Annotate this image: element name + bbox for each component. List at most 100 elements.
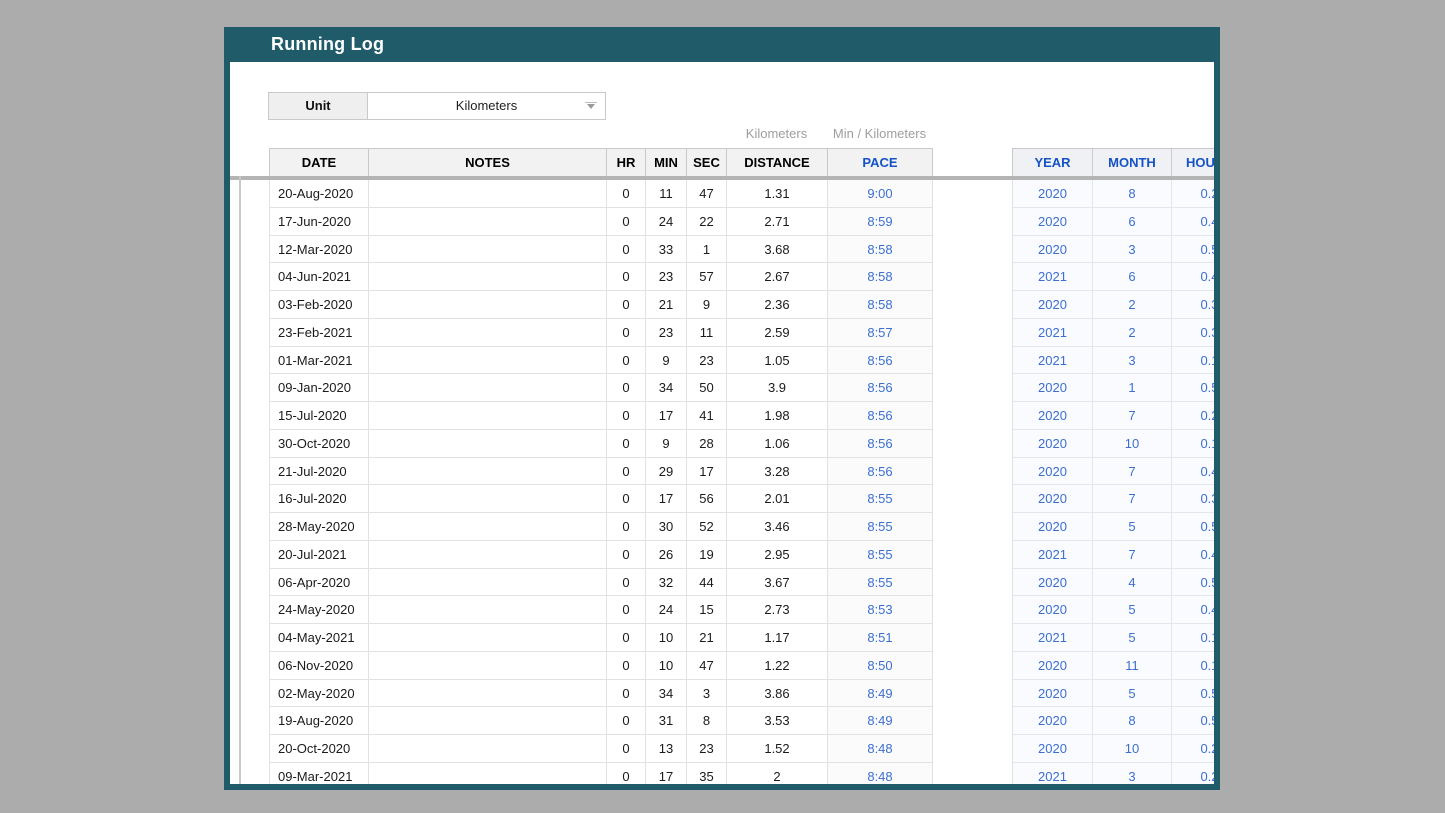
cell-hours[interactable]: 0.5	[1172, 374, 1214, 402]
cell-notes[interactable]	[369, 402, 607, 430]
cell-sec[interactable]: 23	[687, 735, 727, 763]
cell-sec[interactable]: 47	[687, 180, 727, 208]
cell-distance[interactable]: 3.9	[727, 374, 828, 402]
cell-sec[interactable]: 8	[687, 707, 727, 735]
cell-hr[interactable]: 0	[607, 680, 646, 708]
cell-date[interactable]: 20-Jul-2021	[270, 541, 369, 569]
summary-header-hours[interactable]: HOURS	[1172, 149, 1214, 177]
cell-month[interactable]: 5	[1093, 513, 1172, 541]
unit-dropdown[interactable]: Kilometers	[367, 92, 606, 120]
cell-notes[interactable]	[369, 624, 607, 652]
cell-hr[interactable]: 0	[607, 624, 646, 652]
cell-hours[interactable]: 0.5	[1172, 513, 1214, 541]
main-header-notes[interactable]: NOTES	[369, 149, 607, 177]
cell-min[interactable]: 23	[646, 263, 687, 291]
cell-hr[interactable]: 0	[607, 652, 646, 680]
cell-sec[interactable]: 35	[687, 763, 727, 784]
cell-pace[interactable]: 8:48	[828, 763, 933, 784]
cell-min[interactable]: 17	[646, 402, 687, 430]
cell-hours[interactable]: 0.4	[1172, 458, 1214, 486]
main-header-sec[interactable]: SEC	[687, 149, 727, 177]
cell-date[interactable]: 20-Oct-2020	[270, 735, 369, 763]
cell-notes[interactable]	[369, 596, 607, 624]
cell-pace[interactable]: 9:00	[828, 180, 933, 208]
cell-date[interactable]: 19-Aug-2020	[270, 707, 369, 735]
cell-sec[interactable]: 28	[687, 430, 727, 458]
cell-month[interactable]: 5	[1093, 596, 1172, 624]
cell-hr[interactable]: 0	[607, 485, 646, 513]
cell-date[interactable]: 20-Aug-2020	[270, 180, 369, 208]
cell-year[interactable]: 2021	[1013, 319, 1093, 347]
cell-pace[interactable]: 8:55	[828, 513, 933, 541]
cell-date[interactable]: 04-May-2021	[270, 624, 369, 652]
main-header-pace[interactable]: PACE	[828, 149, 933, 177]
cell-month[interactable]: 3	[1093, 236, 1172, 264]
cell-notes[interactable]	[369, 707, 607, 735]
cell-month[interactable]: 3	[1093, 347, 1172, 375]
cell-min[interactable]: 11	[646, 180, 687, 208]
cell-sec[interactable]: 52	[687, 513, 727, 541]
cell-sec[interactable]: 50	[687, 374, 727, 402]
cell-hr[interactable]: 0	[607, 569, 646, 597]
cell-notes[interactable]	[369, 680, 607, 708]
summary-header-month[interactable]: MONTH	[1093, 149, 1172, 177]
cell-pace[interactable]: 8:49	[828, 680, 933, 708]
cell-date[interactable]: 28-May-2020	[270, 513, 369, 541]
cell-hours[interactable]: 0.3	[1172, 291, 1214, 319]
cell-sec[interactable]: 17	[687, 458, 727, 486]
cell-date[interactable]: 06-Nov-2020	[270, 652, 369, 680]
cell-month[interactable]: 5	[1093, 680, 1172, 708]
cell-hr[interactable]: 0	[607, 430, 646, 458]
cell-pace[interactable]: 8:58	[828, 291, 933, 319]
cell-min[interactable]: 9	[646, 347, 687, 375]
cell-pace[interactable]: 8:58	[828, 236, 933, 264]
cell-hr[interactable]: 0	[607, 180, 646, 208]
cell-month[interactable]: 4	[1093, 569, 1172, 597]
cell-date[interactable]: 01-Mar-2021	[270, 347, 369, 375]
cell-date[interactable]: 04-Jun-2021	[270, 263, 369, 291]
cell-hr[interactable]: 0	[607, 402, 646, 430]
summary-header-year[interactable]: YEAR	[1013, 149, 1093, 177]
cell-min[interactable]: 34	[646, 680, 687, 708]
cell-year[interactable]: 2020	[1013, 485, 1093, 513]
cell-month[interactable]: 7	[1093, 458, 1172, 486]
cell-date[interactable]: 17-Jun-2020	[270, 208, 369, 236]
cell-date[interactable]: 21-Jul-2020	[270, 458, 369, 486]
cell-year[interactable]: 2020	[1013, 180, 1093, 208]
cell-distance[interactable]: 3.46	[727, 513, 828, 541]
cell-hours[interactable]: 0.3	[1172, 485, 1214, 513]
cell-sec[interactable]: 21	[687, 624, 727, 652]
cell-date[interactable]: 24-May-2020	[270, 596, 369, 624]
cell-date[interactable]: 09-Mar-2021	[270, 763, 369, 784]
cell-pace[interactable]: 8:56	[828, 374, 933, 402]
cell-notes[interactable]	[369, 513, 607, 541]
cell-pace[interactable]: 8:56	[828, 458, 933, 486]
main-header-hr[interactable]: HR	[607, 149, 646, 177]
cell-hours[interactable]: 0.2	[1172, 735, 1214, 763]
cell-sec[interactable]: 15	[687, 596, 727, 624]
cell-min[interactable]: 34	[646, 374, 687, 402]
cell-month[interactable]: 8	[1093, 180, 1172, 208]
cell-year[interactable]: 2020	[1013, 569, 1093, 597]
cell-min[interactable]: 10	[646, 652, 687, 680]
cell-hr[interactable]: 0	[607, 707, 646, 735]
cell-distance[interactable]: 2.36	[727, 291, 828, 319]
cell-distance[interactable]: 2	[727, 763, 828, 784]
cell-date[interactable]: 30-Oct-2020	[270, 430, 369, 458]
cell-year[interactable]: 2020	[1013, 680, 1093, 708]
cell-month[interactable]: 7	[1093, 402, 1172, 430]
cell-month[interactable]: 10	[1093, 430, 1172, 458]
cell-hours[interactable]: 0.3	[1172, 319, 1214, 347]
cell-month[interactable]: 5	[1093, 624, 1172, 652]
cell-min[interactable]: 17	[646, 485, 687, 513]
cell-min[interactable]: 32	[646, 569, 687, 597]
cell-notes[interactable]	[369, 208, 607, 236]
cell-year[interactable]: 2020	[1013, 735, 1093, 763]
cell-hours[interactable]: 0.5	[1172, 569, 1214, 597]
cell-hr[interactable]: 0	[607, 458, 646, 486]
cell-notes[interactable]	[369, 291, 607, 319]
cell-hr[interactable]: 0	[607, 513, 646, 541]
cell-hours[interactable]: 0.5	[1172, 707, 1214, 735]
cell-year[interactable]: 2020	[1013, 652, 1093, 680]
cell-year[interactable]: 2020	[1013, 513, 1093, 541]
